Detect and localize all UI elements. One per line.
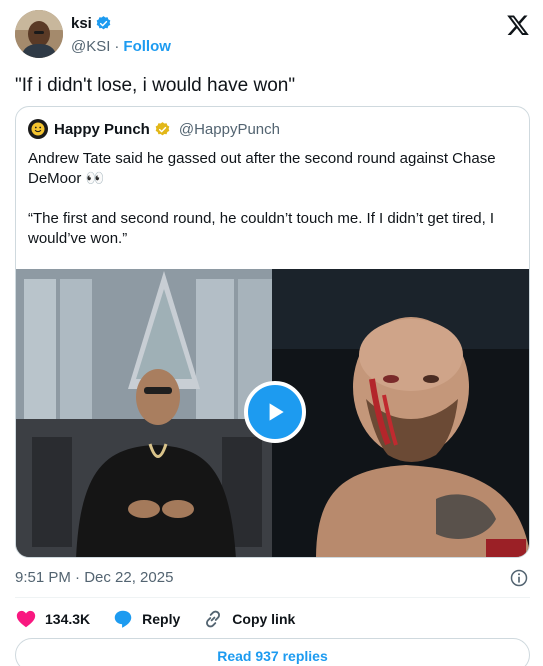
quoted-tweet[interactable]: Happy Punch @HappyPunch Andrew Tate said… bbox=[15, 106, 530, 558]
verified-gold-icon bbox=[155, 121, 170, 135]
action-bar: 134.3K Reply Copy link bbox=[15, 608, 317, 630]
play-button[interactable] bbox=[244, 381, 306, 443]
author-handle[interactable]: @KSI bbox=[71, 38, 110, 55]
reply-button[interactable]: Reply bbox=[112, 608, 180, 630]
smiley-logo-icon bbox=[31, 122, 45, 136]
read-replies-button[interactable]: Read 937 replies bbox=[15, 638, 530, 666]
reply-label: Reply bbox=[142, 611, 181, 627]
author-name[interactable]: ksi bbox=[71, 15, 112, 32]
info-icon[interactable] bbox=[509, 568, 529, 588]
follow-button[interactable]: Follow bbox=[123, 38, 171, 55]
tweet-timestamp[interactable]: 9:51 PM · Dec 22, 2025 bbox=[15, 569, 173, 586]
handle-line: @KSI · Follow bbox=[71, 38, 171, 55]
tweet-text: "If i didn't lose, i would have won" bbox=[15, 75, 296, 96]
reply-icon bbox=[114, 610, 132, 628]
separator-dot: · bbox=[114, 38, 120, 55]
like-button[interactable]: 134.3K bbox=[15, 608, 90, 630]
link-icon bbox=[206, 610, 221, 628]
heart-icon bbox=[16, 610, 36, 628]
quoted-paragraph-2: “The first and second round, he couldn’t… bbox=[28, 210, 495, 247]
video-thumbnail[interactable] bbox=[16, 269, 529, 557]
x-logo-icon[interactable] bbox=[506, 13, 530, 37]
quoted-header: Happy Punch @HappyPunch bbox=[28, 119, 280, 139]
divider bbox=[15, 597, 530, 598]
quoted-name: Happy Punch bbox=[54, 120, 150, 138]
quoted-avatar bbox=[28, 119, 48, 139]
avatar[interactable] bbox=[15, 10, 63, 58]
quoted-paragraph-1: Andrew Tate said he gassed out after the… bbox=[28, 150, 496, 187]
tweet-header: ksi @KSI · Follow bbox=[15, 9, 530, 59]
verified-icon bbox=[96, 16, 111, 30]
copy-link-button[interactable]: Copy link bbox=[202, 608, 295, 630]
quoted-handle: @HappyPunch bbox=[178, 120, 280, 138]
like-count: 134.3K bbox=[45, 611, 91, 627]
author-name-text[interactable]: ksi bbox=[71, 15, 92, 32]
quoted-text: Andrew Tate said he gassed out after the… bbox=[28, 149, 516, 269]
copy-link-label: Copy link bbox=[232, 611, 296, 627]
play-icon bbox=[269, 403, 284, 421]
